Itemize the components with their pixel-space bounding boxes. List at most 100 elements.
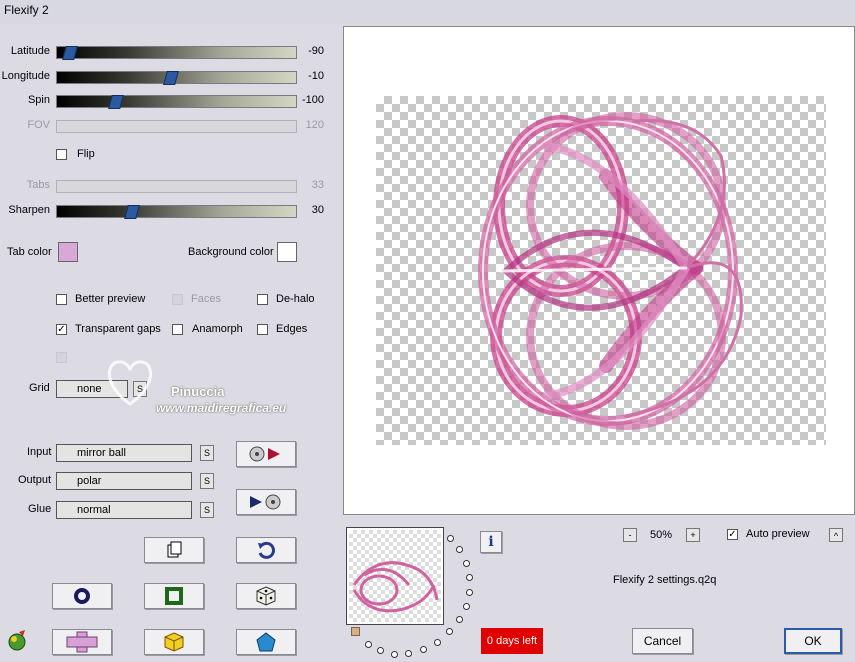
slider-value-fov: 120 <box>305 119 324 131</box>
cross-icon <box>66 631 98 653</box>
pentagon-button[interactable] <box>236 629 296 655</box>
slider-tabs <box>56 180 297 193</box>
background-color-label: Background color <box>188 246 274 258</box>
edges-label: Edges <box>276 323 308 335</box>
tab-color-swatch[interactable] <box>58 242 78 262</box>
background-color-swatch[interactable] <box>277 242 297 262</box>
slider-label-latitude: Latitude <box>10 45 50 57</box>
disc-to-arrow-icon <box>249 446 280 462</box>
edges-checkbox[interactable] <box>257 324 268 335</box>
auto-preview-label: Auto preview <box>746 528 810 540</box>
faces-checkbox[interactable] <box>172 294 183 305</box>
navigator-thumbnail[interactable] <box>346 527 444 625</box>
slider-sharpen[interactable] <box>56 205 297 219</box>
slider-label-longitude: Longitude <box>1 70 50 82</box>
navigator-origin-handle[interactable] <box>351 627 360 636</box>
arrow-to-disc-icon <box>250 494 281 510</box>
zoom-in-button[interactable]: + <box>686 528 700 542</box>
glue-select[interactable]: normal <box>56 501 192 519</box>
de-halo-label: De-halo <box>276 293 315 305</box>
info-icon: i <box>488 534 494 550</box>
window-title: Flexify 2 <box>4 3 49 17</box>
slider-fov <box>56 120 297 133</box>
auto-preview-checkbox[interactable]: ✓ <box>727 529 738 540</box>
navigator-dot[interactable] <box>466 574 473 581</box>
better-preview-label: Better preview <box>75 293 146 305</box>
slider-value-tabs: 33 <box>311 179 324 191</box>
undo-arrow-icon <box>258 541 275 559</box>
navigator-dot[interactable] <box>434 639 441 646</box>
watermark-url: www.maidiregrafica.eu <box>156 401 287 415</box>
slider-value-longitude: -10 <box>308 70 324 82</box>
glue-s-button[interactable]: S <box>200 502 214 518</box>
slider-spin[interactable] <box>56 95 297 109</box>
de-halo-checkbox[interactable] <box>257 294 268 305</box>
output-s-button[interactable]: S <box>200 473 214 489</box>
navigator-dot[interactable] <box>456 546 463 553</box>
slider-thumb[interactable] <box>163 71 179 85</box>
square-frame-icon <box>165 587 183 605</box>
yellow-cube-icon <box>164 632 184 652</box>
title-bar: Flexify 2 <box>0 0 855 24</box>
ring-button[interactable] <box>52 583 112 609</box>
transparent-gaps-checkbox[interactable]: ✓ <box>56 324 67 335</box>
preview-pane[interactable] <box>343 26 855 515</box>
output-select[interactable]: polar <box>56 472 192 490</box>
flip-checkbox[interactable] <box>56 149 67 160</box>
undo-button[interactable] <box>236 537 296 563</box>
navigator-dot[interactable] <box>420 646 427 653</box>
cross-button[interactable] <box>52 629 112 655</box>
extra-checkbox[interactable] <box>56 352 67 363</box>
trial-days-left: 0 days left <box>481 628 543 654</box>
slider-value-spin: -100 <box>301 94 324 106</box>
input-s-button[interactable]: S <box>200 445 214 461</box>
navigator-dot[interactable] <box>463 603 470 610</box>
navigator-dot[interactable] <box>391 651 398 658</box>
collapse-button[interactable]: ^ <box>829 528 843 542</box>
navigator-dot[interactable] <box>466 589 473 596</box>
preview-image <box>478 112 743 430</box>
save-output-button[interactable] <box>236 489 296 515</box>
cancel-button[interactable]: Cancel <box>632 628 693 654</box>
navigator-dot[interactable] <box>456 616 463 623</box>
copy-button[interactable] <box>144 537 204 563</box>
slider-label-sharpen: Sharpen <box>8 204 50 216</box>
navigator-dot[interactable] <box>405 650 412 657</box>
slider-thumb[interactable] <box>62 46 78 60</box>
input-select[interactable]: mirror ball <box>56 444 192 462</box>
square-frame-button[interactable] <box>144 583 204 609</box>
slider-longitude[interactable] <box>56 71 297 85</box>
faces-label: Faces <box>191 293 221 305</box>
slider-thumb[interactable] <box>124 205 140 219</box>
navigator-dot[interactable] <box>446 628 453 635</box>
slider-latitude[interactable] <box>56 46 297 60</box>
better-preview-checkbox[interactable] <box>56 294 67 305</box>
blue-pentagon-icon <box>256 632 276 652</box>
input-label: Input <box>27 446 52 458</box>
navigator-dot[interactable] <box>377 647 384 654</box>
anamorph-checkbox[interactable] <box>172 324 183 335</box>
slider-thumb[interactable] <box>108 95 124 109</box>
ok-button[interactable]: OK <box>784 628 842 654</box>
plugin-logo-icon <box>8 630 26 651</box>
slider-label-fov: FOV <box>27 119 50 131</box>
slider-value-sharpen: 30 <box>311 204 324 216</box>
slider-value-latitude: -90 <box>308 45 324 57</box>
output-label: Output <box>18 474 52 486</box>
cube-button[interactable] <box>144 629 204 655</box>
watermark-heart-icon <box>107 360 153 406</box>
flip-label: Flip <box>77 148 95 160</box>
randomize-button[interactable] <box>236 583 296 609</box>
navigator-checkerboard <box>349 530 441 622</box>
navigator-dot[interactable] <box>365 641 372 648</box>
zoom-out-button[interactable]: - <box>623 528 637 542</box>
settings-filename: Flexify 2 settings.q2q <box>613 574 717 586</box>
info-button[interactable]: i <box>480 531 502 553</box>
navigator-dot[interactable] <box>447 535 454 542</box>
navigator-dot[interactable] <box>463 560 470 567</box>
zoom-level: 50% <box>650 529 673 541</box>
grid-label: Grid <box>29 382 50 394</box>
slider-label-tabs: Tabs <box>26 179 50 191</box>
navigator-image <box>352 561 439 613</box>
load-input-button[interactable] <box>236 441 296 467</box>
